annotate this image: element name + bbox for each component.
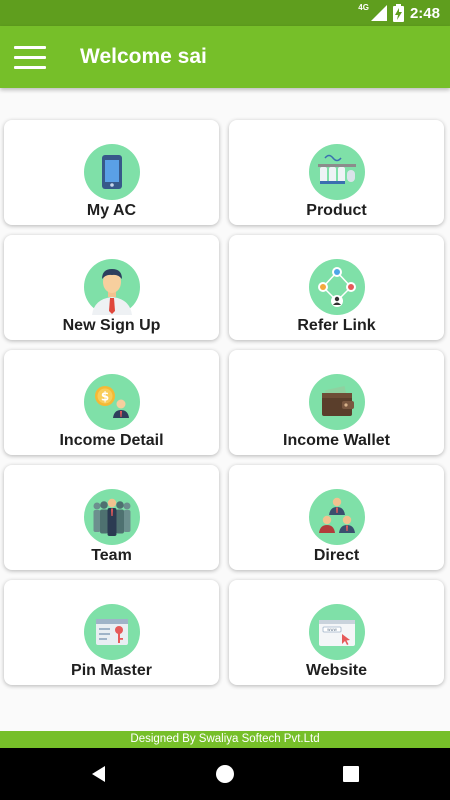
tile-label: Direct: [313, 547, 360, 564]
recents-square-icon[interactable]: [339, 762, 363, 786]
tile-label: Refer Link: [297, 317, 376, 334]
tile-label: Website: [305, 662, 368, 679]
tile-label: Team: [91, 547, 132, 564]
tile-label: Income Detail: [59, 432, 164, 449]
svg-text:www: www: [327, 627, 338, 632]
tile-pin-master[interactable]: Pin Master: [4, 580, 219, 685]
web-browser-icon: www: [308, 604, 365, 660]
home-circle-icon[interactable]: [213, 762, 237, 786]
tile-label: Product: [306, 202, 367, 219]
app-bar: Welcome sai: [0, 26, 450, 88]
footer-credit: Designed By Swaliya Softech Pvt.Ltd: [0, 731, 450, 748]
back-triangle-icon[interactable]: [87, 762, 111, 786]
group-people-icon: [308, 489, 365, 545]
page-title: Welcome sai: [80, 45, 207, 68]
tile-label: New Sign Up: [62, 317, 161, 334]
status-time: 2:48: [409, 4, 440, 22]
wallet-icon: [308, 374, 365, 430]
tile-refer-link[interactable]: Refer Link: [229, 235, 444, 340]
tile-new-sign-up[interactable]: New Sign Up: [4, 235, 219, 340]
pin-key-icon: [83, 604, 140, 660]
system-nav-bar: [0, 748, 450, 800]
dollar-coin-person-icon: $: [83, 374, 140, 430]
water-purifier-icon: [308, 144, 365, 200]
tile-direct[interactable]: Direct: [229, 465, 444, 570]
team-people-icon: [83, 489, 140, 545]
tile-label: Income Wallet: [283, 432, 390, 449]
tile-label: Pin Master: [71, 662, 152, 679]
status-bar: 4G 2:48: [0, 0, 450, 26]
user-avatar-icon: [83, 259, 140, 315]
tile-label: My AC: [86, 202, 137, 219]
tile-team[interactable]: Team: [4, 465, 219, 570]
tile-my-ac[interactable]: My AC: [4, 120, 219, 225]
svg-text:$: $: [100, 390, 108, 404]
network-type: 4G: [358, 2, 369, 12]
tile-income-wallet[interactable]: Income Wallet: [229, 350, 444, 455]
status-indicators: 4G 2:48: [358, 0, 440, 26]
share-network-icon: [308, 259, 365, 315]
tile-website[interactable]: www Website: [229, 580, 444, 685]
tile-product[interactable]: Product: [229, 120, 444, 225]
battery-charging-icon: [392, 4, 404, 22]
tile-income-detail[interactable]: $ Income Detail: [4, 350, 219, 455]
signal-icon: [370, 5, 387, 21]
mobile-phone-icon: [83, 144, 140, 200]
hamburger-menu-icon[interactable]: [14, 43, 48, 71]
